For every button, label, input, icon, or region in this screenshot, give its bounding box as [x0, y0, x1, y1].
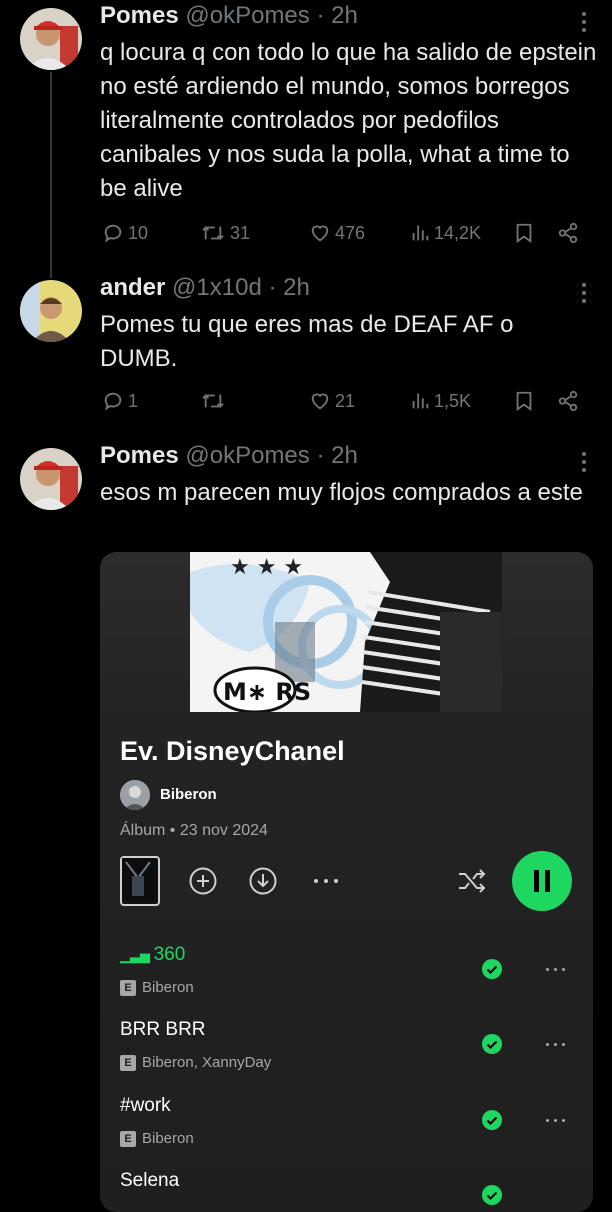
- reply-icon: [104, 224, 122, 243]
- track-title: #work: [120, 1095, 171, 1116]
- track-title: Selena: [120, 1170, 180, 1191]
- bookmark-button[interactable]: [514, 222, 534, 244]
- track-row[interactable]: ▁▃▅ 360 E Biberon: [120, 944, 575, 1004]
- more-icon[interactable]: [582, 452, 586, 476]
- downloaded-check-icon: [482, 1034, 502, 1054]
- track-title: BRR BRR: [120, 1019, 206, 1040]
- track-artists: E Biberon, XannyDay: [120, 1054, 271, 1071]
- downloaded-check-icon: [482, 1110, 502, 1130]
- display-name[interactable]: Pomes: [100, 2, 179, 29]
- explicit-badge: E: [120, 1054, 136, 1071]
- track-more-icon[interactable]: [546, 968, 565, 971]
- spotify-album-card[interactable]: ★ ★ ★ M∗ RS Ev. DisneyChanel Biberon Álb…: [100, 552, 593, 1212]
- like-button[interactable]: 476: [309, 222, 365, 244]
- shuffle-icon[interactable]: [456, 866, 488, 901]
- more-icon[interactable]: [582, 283, 586, 307]
- track-row[interactable]: #work E Biberon: [120, 1095, 575, 1155]
- tweet-actions: 10 31 476 14,2K: [100, 222, 590, 252]
- share-button[interactable]: [556, 222, 580, 244]
- svg-text:★ ★ ★: ★ ★ ★: [230, 555, 303, 580]
- heart-icon: [311, 393, 329, 410]
- album-cover[interactable]: ★ ★ ★ M∗ RS: [190, 552, 502, 712]
- now-playing-icon: ▁▃▅: [120, 948, 154, 963]
- views-icon: [412, 225, 429, 241]
- album-thumbnail[interactable]: [120, 856, 160, 906]
- share-icon: [558, 390, 578, 412]
- bookmark-button[interactable]: [514, 390, 534, 412]
- display-name[interactable]: Pomes: [100, 442, 179, 469]
- tweet-header: ander @1x10d · 2h: [100, 274, 310, 302]
- tweet-1[interactable]: Pomes @okPomes · 2h q locura q con todo …: [0, 0, 612, 265]
- download-icon[interactable]: [248, 866, 278, 901]
- reply-button[interactable]: 10: [102, 222, 148, 244]
- bookmark-icon: [516, 223, 532, 244]
- tweet-text: Pomes tu que eres mas de DEAF AF o DUMB.: [100, 311, 514, 372]
- track-artists: E Biberon: [120, 1130, 194, 1147]
- tweet-text: q locura q con todo lo que ha salido de …: [100, 39, 597, 202]
- downloaded-check-icon: [482, 1185, 502, 1205]
- reply-icon: [104, 392, 122, 411]
- handle-time: @1x10d · 2h: [172, 274, 310, 301]
- artist-name[interactable]: Biberon: [160, 786, 217, 803]
- handle-time: @okPomes · 2h: [185, 442, 358, 469]
- display-name[interactable]: ander: [100, 274, 165, 301]
- retweet-icon: [202, 226, 224, 240]
- avatar[interactable]: [20, 280, 82, 342]
- tweet-3[interactable]: Pomes @okPomes · 2h esos m parecen muy f…: [0, 440, 612, 550]
- tweet-actions: 1 21 1,5K: [100, 390, 590, 420]
- views-icon: [412, 393, 429, 409]
- bookmark-icon: [516, 391, 532, 412]
- tweet-text: esos m parecen muy flojos comprados a es…: [100, 479, 583, 506]
- views-button[interactable]: 1,5K: [410, 390, 471, 412]
- tweet-2[interactable]: ander @1x10d · 2h Pomes tu que eres mas …: [0, 270, 612, 440]
- avatar[interactable]: [20, 448, 82, 510]
- more-icon[interactable]: [582, 12, 586, 36]
- tweet-header: Pomes @okPomes · 2h: [100, 442, 358, 470]
- retweet-icon: [202, 394, 224, 408]
- explicit-badge: E: [120, 979, 136, 996]
- share-icon: [558, 222, 578, 244]
- views-button[interactable]: 14,2K: [410, 222, 481, 244]
- share-button[interactable]: [556, 390, 580, 412]
- track-more-icon[interactable]: [546, 1119, 565, 1122]
- track-title: ▁▃▅ 360: [120, 944, 186, 965]
- album-title: Ev. DisneyChanel: [120, 736, 345, 766]
- track-artists: E Biberon: [120, 979, 194, 996]
- explicit-badge: E: [120, 1130, 136, 1147]
- reply-button[interactable]: 1: [102, 390, 138, 412]
- pause-button[interactable]: [512, 851, 572, 911]
- track-row[interactable]: Selena: [120, 1170, 575, 1210]
- artist-avatar[interactable]: [120, 780, 150, 810]
- like-button[interactable]: 21: [309, 390, 355, 412]
- retweet-button[interactable]: [200, 390, 230, 412]
- handle-time: @okPomes · 2h: [185, 2, 358, 29]
- downloaded-check-icon: [482, 959, 502, 979]
- add-icon[interactable]: [188, 866, 218, 901]
- avatar[interactable]: [20, 8, 82, 70]
- cover-logo: M∗ RS: [223, 678, 311, 706]
- retweet-button[interactable]: 31: [200, 222, 250, 244]
- album-meta: Álbum • 23 nov 2024: [120, 822, 268, 839]
- track-more-icon[interactable]: [546, 1043, 565, 1046]
- heart-icon: [311, 225, 329, 242]
- tweet-header: Pomes @okPomes · 2h: [100, 2, 358, 30]
- more-options-icon[interactable]: [314, 879, 338, 883]
- track-row[interactable]: BRR BRR E Biberon, XannyDay: [120, 1019, 575, 1079]
